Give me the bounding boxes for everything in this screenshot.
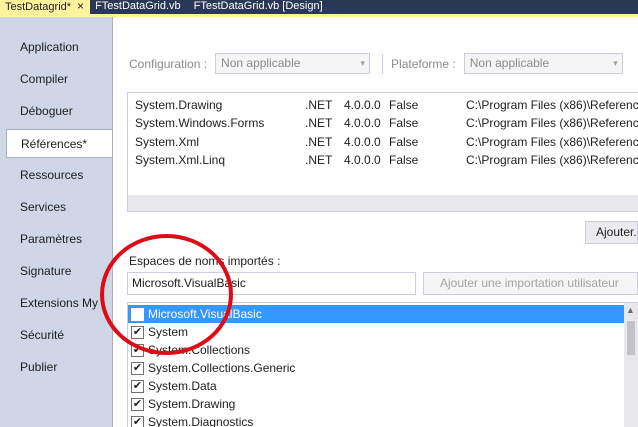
reference-version: 4.0.0.0 <box>344 98 381 112</box>
configuration-label: Configuration : <box>129 56 208 71</box>
reference-copy-local: False <box>389 116 419 130</box>
reference-type: .NET <box>305 135 333 149</box>
reference-row[interactable]: System.Windows.Forms .NET 4.0.0.0 False … <box>135 114 638 132</box>
reference-copy-local: False <box>389 98 419 112</box>
reference-type: .NET <box>305 98 333 112</box>
checkbox[interactable]: ✔ <box>131 416 144 427</box>
add-user-import-button[interactable]: Ajouter une importation utilisateur <box>423 272 638 295</box>
reference-row[interactable]: System.Xml.Linq .NET 4.0.0.0 False C:\Pr… <box>135 151 638 169</box>
checkbox[interactable]: ✔ <box>131 344 144 357</box>
reference-version: 4.0.0.0 <box>344 116 381 130</box>
reference-type: .NET <box>305 153 333 167</box>
horizontal-scrollbar[interactable] <box>128 195 638 211</box>
doc-tab-code[interactable]: FTestDataGrid.vb <box>90 0 189 14</box>
namespace-name: Microsoft.VisualBasic <box>148 307 262 321</box>
nav-item-signing[interactable]: Signature <box>6 257 112 286</box>
checkbox[interactable]: ✔ <box>131 326 144 339</box>
scroll-up-icon[interactable]: ▲ <box>626 305 635 315</box>
reference-name: System.Drawing <box>135 98 223 112</box>
nav-item-publish[interactable]: Publier <box>6 353 112 382</box>
reference-row[interactable]: System.Drawing .NET 4.0.0.0 False C:\Pro… <box>135 96 638 114</box>
namespace-item[interactable]: ✔ System.Diagnostics <box>128 413 624 427</box>
namespace-item[interactable]: ✔ System.Data <box>128 377 624 395</box>
add-reference-button[interactable]: Ajouter... <box>585 221 638 244</box>
reference-row[interactable]: System.Xml .NET 4.0.0.0 False C:\Program… <box>135 133 638 151</box>
nav-item-debug[interactable]: Déboguer <box>6 97 112 126</box>
doc-tab-project[interactable]: TestDatagrid* × <box>0 0 91 14</box>
configuration-dropdown[interactable]: Non applicable ▾ <box>215 53 371 74</box>
nav-item-application[interactable]: Application <box>6 33 112 62</box>
namespace-name: System.Collections <box>148 343 251 357</box>
reference-name: System.Xml <box>135 135 200 149</box>
platform-label: Plateforme : <box>391 56 456 71</box>
platform-dropdown[interactable]: Non applicable ▾ <box>463 53 623 74</box>
nav-item-security[interactable]: Sécurité <box>6 321 112 350</box>
namespace-name: System.Drawing <box>148 397 236 411</box>
nav-item-settings[interactable]: Paramètres <box>6 225 112 254</box>
namespace-item[interactable]: Microsoft.VisualBasic <box>128 305 624 323</box>
namespace-input[interactable]: Microsoft.VisualBasic <box>127 272 416 295</box>
vertical-scrollbar[interactable]: ▲ <box>624 303 638 427</box>
checkbox[interactable]: ✔ <box>131 398 144 411</box>
nav-item-references[interactable]: Références* <box>6 129 113 158</box>
namespace-item[interactable]: ✔ System.Collections.Generic <box>128 359 624 377</box>
reference-path: C:\Program Files (x86)\Reference <box>466 116 638 130</box>
doc-tab-label: FTestDataGrid.vb <box>95 0 181 12</box>
reference-name: System.Xml.Linq <box>135 153 226 167</box>
imported-namespaces-list[interactable]: Microsoft.VisualBasic ✔ System ✔ System.… <box>127 302 638 427</box>
references-page: Configuration : Non applicable ▾ Platefo… <box>113 17 638 427</box>
references-list[interactable]: System.Drawing .NET 4.0.0.0 False C:\Pro… <box>127 92 638 212</box>
reference-version: 4.0.0.0 <box>344 153 381 167</box>
doc-tab-design[interactable]: FTestDataGrid.vb [Design] <box>189 0 331 14</box>
configuration-value: Non applicable <box>221 56 301 70</box>
reference-path: C:\Program Files (x86)\Reference <box>466 153 638 167</box>
nav-item-compile[interactable]: Compiler <box>6 65 112 94</box>
nav-item-services[interactable]: Services <box>6 193 112 222</box>
nav-item-my-extensions[interactable]: Extensions My <box>6 289 112 318</box>
reference-type: .NET <box>305 116 333 130</box>
close-icon[interactable]: × <box>77 0 84 13</box>
nav-item-resources[interactable]: Ressources <box>6 161 112 190</box>
checkbox[interactable]: ✔ <box>131 362 144 375</box>
doc-tab-label: FTestDataGrid.vb [Design] <box>193 0 323 12</box>
reference-path: C:\Program Files (x86)\Reference <box>466 98 638 112</box>
doc-tab-label: TestDatagrid* <box>5 1 72 13</box>
namespace-name: System.Diagnostics <box>148 415 254 427</box>
checkbox[interactable] <box>131 308 144 321</box>
reference-path: C:\Program Files (x86)\Reference <box>466 135 638 149</box>
namespace-name: System <box>148 325 189 339</box>
namespace-name: System.Data <box>148 379 217 393</box>
chevron-down-icon: ▾ <box>613 58 618 68</box>
project-properties-nav: Application Compiler Déboguer Références… <box>0 17 113 427</box>
platform-value: Non applicable <box>469 56 550 70</box>
namespace-name: System.Collections.Generic <box>148 361 296 375</box>
reference-name: System.Windows.Forms <box>135 116 265 130</box>
namespace-item[interactable]: ✔ System <box>128 323 624 341</box>
namespace-item[interactable]: ✔ System.Drawing <box>128 395 624 413</box>
imported-namespaces-label: Espaces de noms importés : <box>129 254 281 268</box>
chevron-down-icon: ▾ <box>360 58 366 68</box>
namespace-item[interactable]: ✔ System.Collections <box>128 341 624 359</box>
document-tab-strip: TestDatagrid* × FTestDataGrid.vb FTestDat… <box>0 0 638 14</box>
reference-version: 4.0.0.0 <box>344 135 381 149</box>
scrollbar-thumb[interactable] <box>627 321 635 355</box>
divider <box>382 53 384 74</box>
configuration-row: Configuration : Non applicable ▾ Platefo… <box>129 53 623 74</box>
reference-copy-local: False <box>389 135 419 149</box>
checkbox[interactable]: ✔ <box>131 380 144 393</box>
reference-copy-local: False <box>389 153 419 167</box>
